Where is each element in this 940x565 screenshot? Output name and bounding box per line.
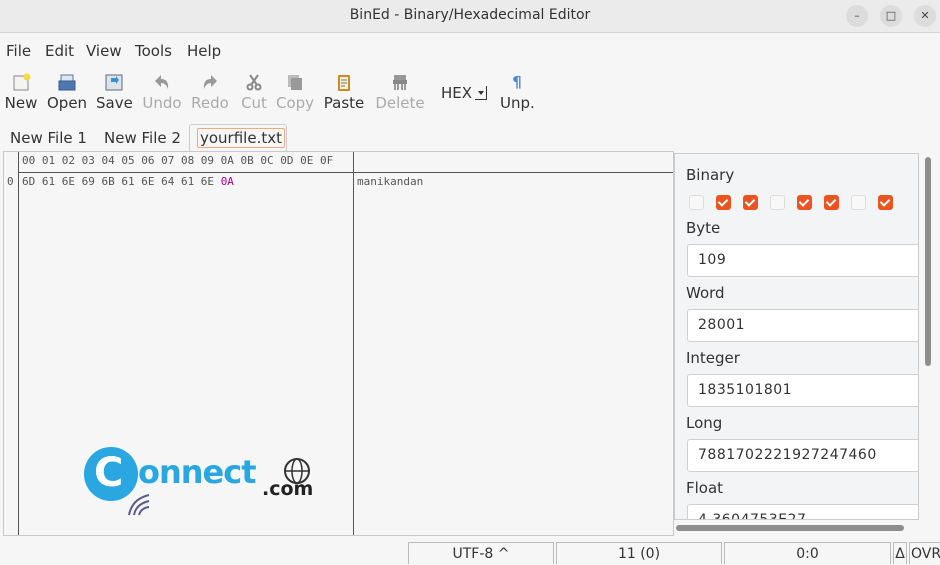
float-label: Float: [686, 479, 724, 497]
byte-field[interactable]: 109: [687, 244, 918, 277]
clipboard-icon: [338, 75, 350, 91]
delete-icon: [393, 75, 407, 90]
bit-checkbox-0[interactable]: [689, 195, 704, 210]
bit-checkbox-4[interactable]: [797, 195, 812, 210]
menu-help[interactable]: Help: [187, 42, 221, 60]
logo-text: onnect: [138, 453, 257, 491]
bit-checkbox-7[interactable]: [878, 195, 893, 210]
new-button[interactable]: New: [3, 72, 39, 112]
file-tabs: New File 1 New File 2 yourfile.txt: [0, 120, 940, 152]
redo-button[interactable]: Redo: [191, 72, 229, 112]
hex-row[interactable]: 6D 61 6E 69 6B 61 6E 64 61 6E 0A: [22, 175, 234, 188]
minimize-button[interactable]: –: [846, 5, 868, 27]
open-icon: [58, 74, 76, 91]
bit-checkbox-1[interactable]: [716, 195, 731, 210]
code-type-value: HEX: [441, 84, 473, 102]
word-label: Word: [686, 284, 725, 302]
scissors-icon: [246, 74, 262, 91]
undo-icon: [155, 75, 169, 89]
pilcrow-icon: ¶: [512, 73, 522, 91]
menu-tools[interactable]: Tools: [135, 42, 172, 60]
hex-byte-newline[interactable]: 0A: [221, 175, 234, 188]
window-title: BinEd - Binary/Hexadecimal Editor: [349, 7, 591, 23]
undo-button[interactable]: Undo: [142, 72, 182, 112]
menu-view[interactable]: View: [86, 42, 122, 60]
word-field[interactable]: 28001: [687, 309, 918, 342]
text-row[interactable]: manikandan: [357, 175, 423, 188]
bit-checkbox-5[interactable]: [824, 195, 839, 210]
edit-mode-status[interactable]: OVR: [909, 542, 940, 564]
integer-label: Integer: [686, 349, 740, 367]
title-bar: BinEd - Binary/Hexadecimal Editor – □ ✕: [0, 0, 940, 33]
byte-label: Byte: [686, 219, 721, 237]
signal-icon: [128, 494, 150, 516]
tab-yourfile[interactable]: yourfile.txt: [189, 124, 287, 152]
encoding-status[interactable]: UTF-8 ^: [408, 542, 554, 564]
code-type-select[interactable]: HEX: [441, 84, 488, 102]
open-button[interactable]: Open: [47, 72, 87, 112]
panel-horizontal-scrollbar[interactable]: [676, 525, 904, 531]
bit-checkbox-6[interactable]: [851, 195, 866, 210]
binary-label: Binary: [686, 166, 735, 184]
menu-edit[interactable]: Edit: [45, 42, 74, 60]
column-header: 00 01 02 03 04 05 06 07 08 09 0A 0B 0C 0…: [22, 154, 334, 167]
watermark-logo: C onnect .com: [84, 447, 314, 517]
values-panel: Binary Byte 109 Word 28001 Integer 18351…: [674, 153, 919, 520]
size-status: 11 (0): [556, 542, 722, 564]
save-icon: [105, 74, 123, 91]
integer-field[interactable]: 1835101801: [687, 374, 918, 407]
bit-checkbox-3[interactable]: [770, 195, 785, 210]
bit-checkbox-2[interactable]: [743, 195, 758, 210]
close-button[interactable]: ✕: [914, 5, 936, 27]
status-bar: UTF-8 ^ 11 (0) 0:0 Δ OVR: [0, 540, 940, 564]
dropdown-arrow-icon: [475, 86, 488, 100]
delete-button[interactable]: Delete: [374, 72, 426, 112]
maximize-button[interactable]: □: [880, 5, 902, 27]
position-status[interactable]: 0:0: [724, 542, 891, 564]
tab-new-file-1[interactable]: New File 1: [10, 129, 87, 147]
menu-file[interactable]: File: [6, 42, 31, 60]
text-divider: [353, 152, 354, 535]
paste-button[interactable]: Paste: [322, 72, 366, 112]
long-label: Long: [686, 414, 723, 432]
panel-vertical-scrollbar[interactable]: [925, 157, 931, 366]
logo-domain: .com: [262, 478, 314, 500]
hex-bytes[interactable]: 6D 61 6E 69 6B 61 6E 64 61 6E: [22, 175, 214, 188]
float-field[interactable]: 4.3604753E27: [687, 504, 918, 519]
save-button[interactable]: Save: [96, 72, 133, 112]
cut-button[interactable]: Cut: [240, 72, 268, 112]
long-field[interactable]: 7881702221927247460: [687, 439, 918, 472]
copy-icon: [288, 75, 302, 90]
address-divider: [18, 152, 19, 535]
new-file-icon: [13, 73, 31, 91]
redo-icon: [203, 75, 217, 89]
tab-new-file-2[interactable]: New File 2: [104, 129, 181, 147]
menu-bar: File Edit View Tools Help: [0, 34, 940, 66]
header-divider: [19, 172, 673, 173]
toolbar: New Open Save Undo Redo Cut Copy Paste D…: [0, 66, 940, 120]
row-address: 0: [7, 175, 14, 188]
delta-status: Δ: [893, 542, 907, 564]
hex-editor[interactable]: 00 01 02 03 04 05 06 07 08 09 0A 0B 0C 0…: [3, 151, 674, 536]
unprintable-button[interactable]: ¶ Unp.: [500, 72, 535, 112]
copy-button[interactable]: Copy: [276, 72, 314, 112]
